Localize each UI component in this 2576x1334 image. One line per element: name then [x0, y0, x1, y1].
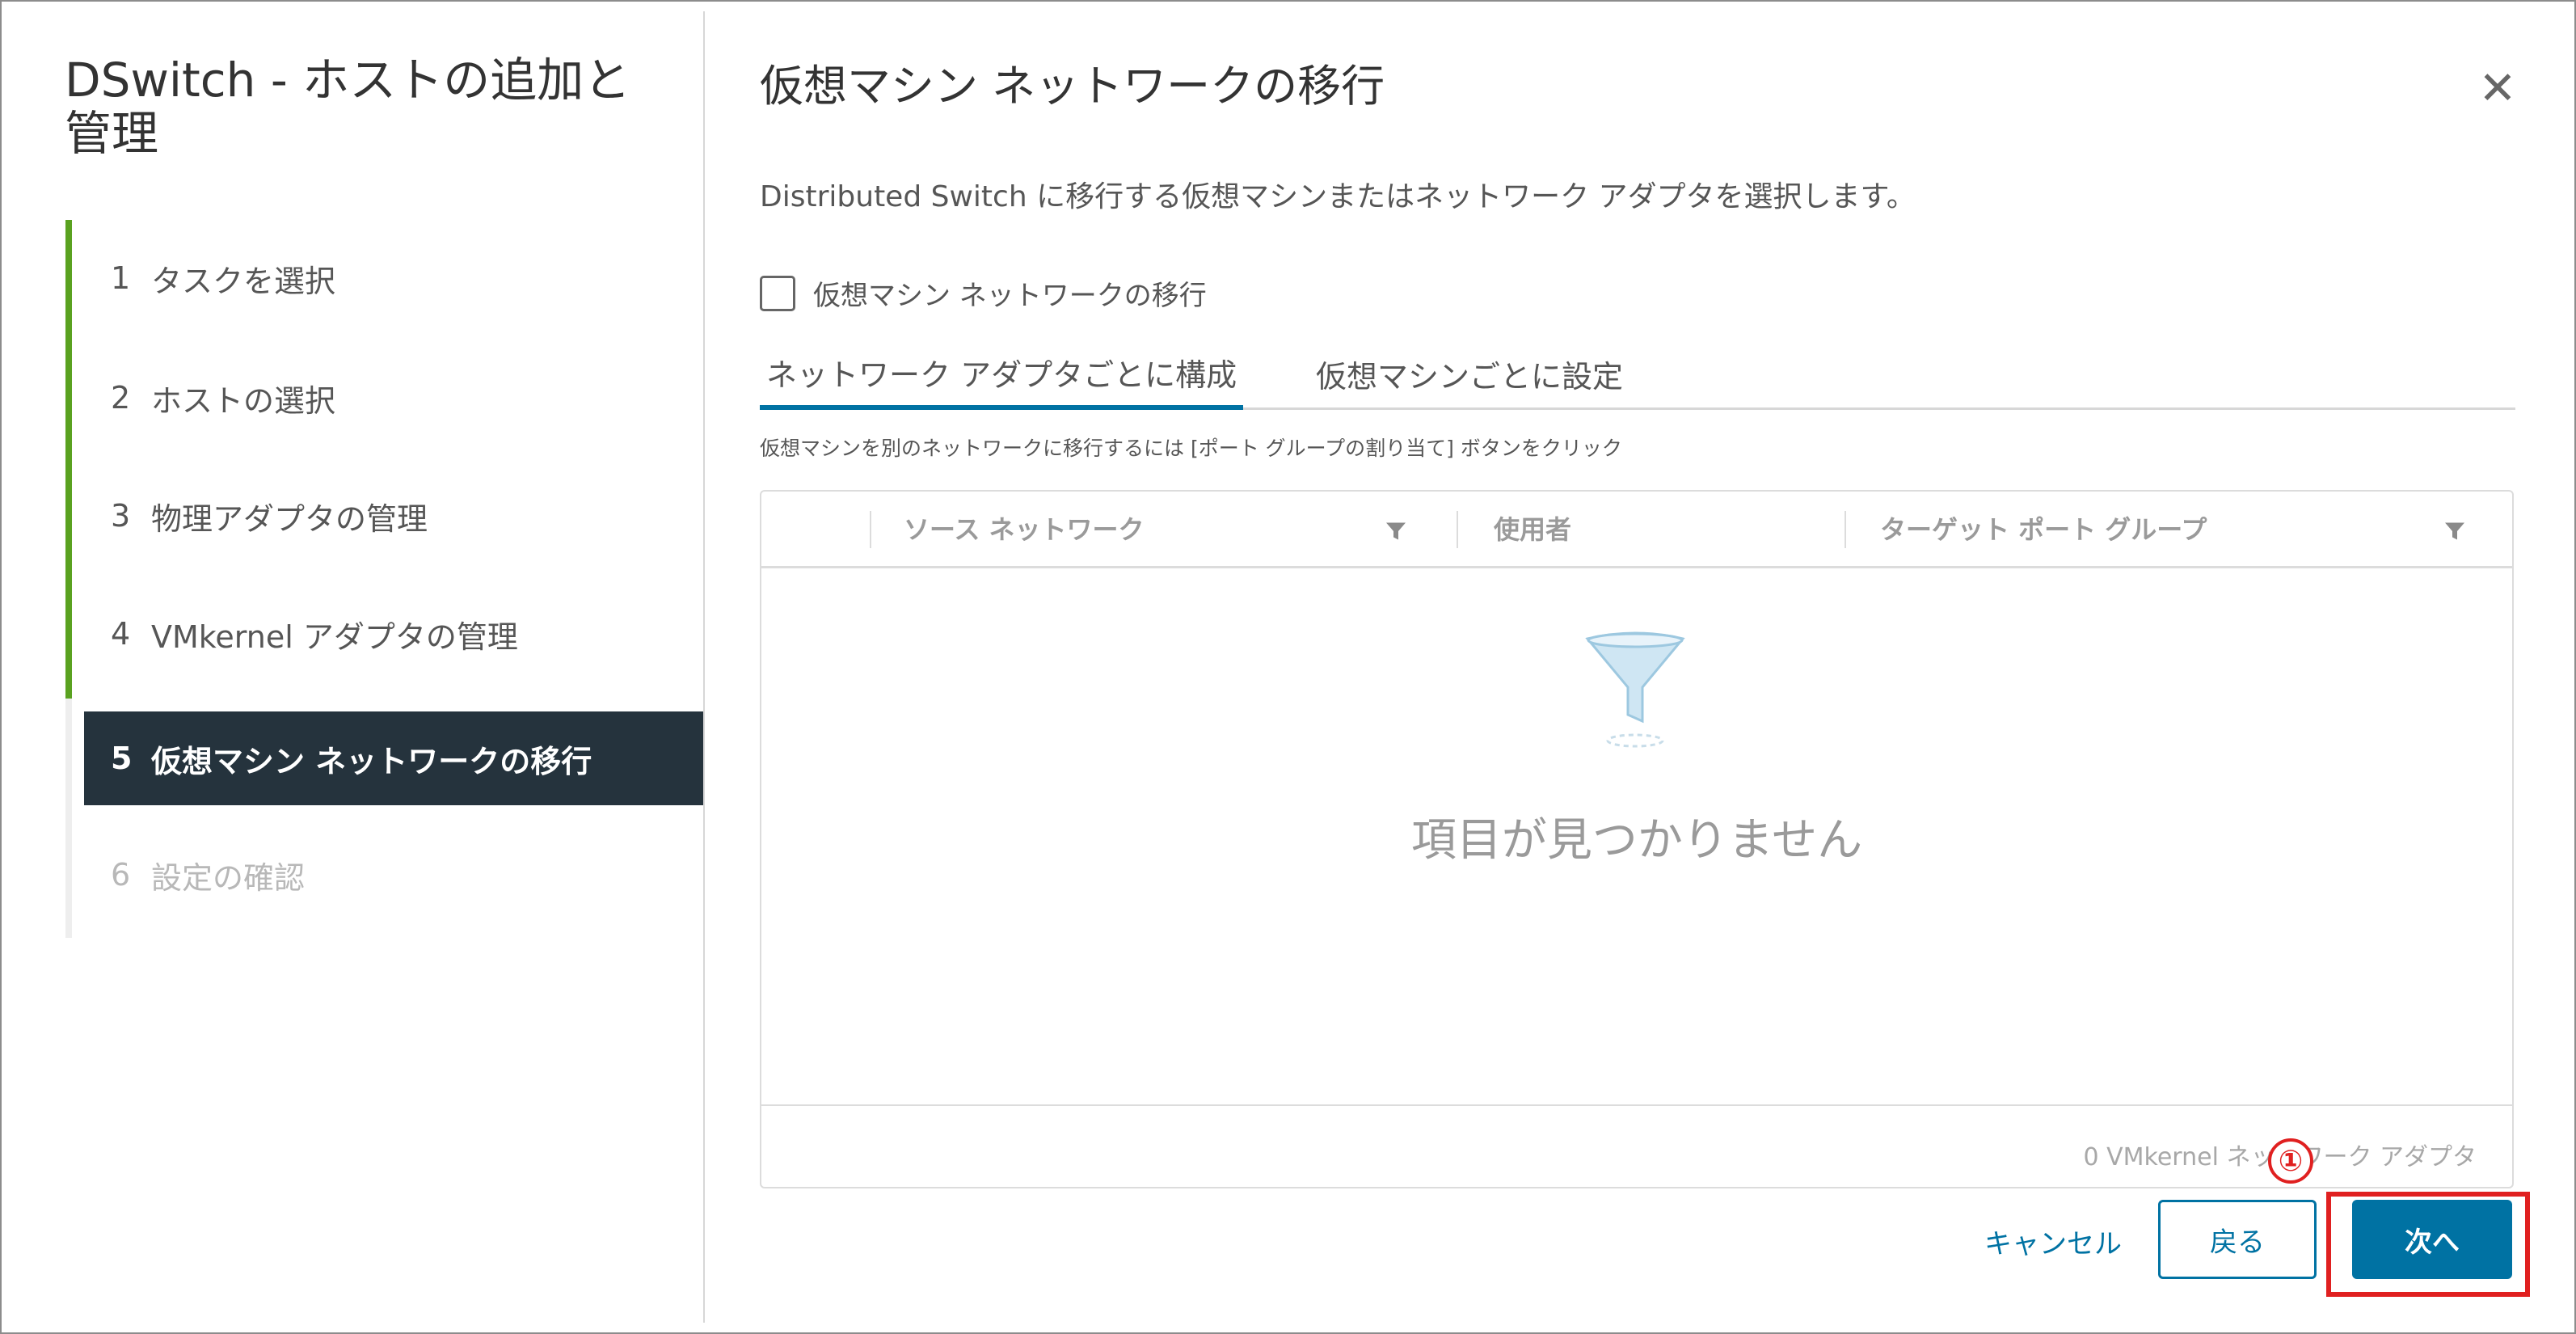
step-label: タスクを選択 — [151, 263, 336, 299]
back-button[interactable]: 戻る — [2158, 1200, 2317, 1279]
step-number: 1 — [111, 260, 131, 296]
adapter-grid: ソース ネットワーク 使用者 ターゲット ポート グループ 項目が見つかりません… — [760, 490, 2514, 1188]
wizard-step-4[interactable]: 4 VMkernel アダプタの管理 — [72, 587, 703, 681]
tab-per-vm[interactable]: 仮想マシンごとに設定 — [1316, 340, 1623, 407]
checkbox-label: 仮想マシン ネットワークの移行 — [813, 280, 1207, 312]
tab-label: 仮想マシンごとに設定 — [1316, 358, 1624, 395]
step-label: 仮想マシン ネットワークの移行 — [151, 743, 592, 779]
filter-icon[interactable] — [1384, 519, 1408, 543]
step-number: 2 — [111, 380, 131, 416]
migrate-vm-network-checkbox-row[interactable]: 仮想マシン ネットワークの移行 — [760, 273, 1207, 313]
page-title: 仮想マシン ネットワークの移行 — [760, 61, 1385, 112]
step-label: VMkernel アダプタの管理 — [151, 618, 518, 655]
page-description: Distributed Switch に移行する仮想マシンまたはネットワーク ア… — [760, 180, 1916, 213]
empty-filter-icon — [1585, 631, 1685, 748]
step-label: 設定の確認 — [151, 859, 306, 896]
column-header-source-network[interactable]: ソース ネットワーク — [904, 509, 1145, 547]
step-number: 5 — [111, 741, 133, 776]
tab-bar: ネットワーク アダプタごとに構成 仮想マシンごとに設定 — [760, 340, 2515, 410]
wizard-step-6: 6 設定の確認 — [72, 828, 703, 922]
hint-text: 仮想マシンを別のネットワークに移行するには [ポート グループの割り当て] ボタ… — [760, 437, 1622, 460]
wizard-step-5-active[interactable]: 5 仮想マシン ネットワークの移行 — [84, 711, 703, 805]
grid-footer: 0 VMkernel ネットワーク アダプタ — [761, 1104, 2512, 1187]
migrate-vm-network-checkbox[interactable] — [760, 275, 795, 311]
wizard-step-3[interactable]: 3 物理アダプタの管理 — [72, 469, 703, 563]
wizard-step-1[interactable]: 1 タスクを選択 — [72, 231, 703, 325]
column-separator — [1457, 511, 1458, 548]
cancel-button[interactable]: キャンセル — [1940, 1205, 2166, 1277]
step-number: 3 — [111, 498, 131, 534]
step-label: ホストの選択 — [151, 382, 336, 419]
step-label: 物理アダプタの管理 — [151, 500, 428, 537]
tab-per-adapter[interactable]: ネットワーク アダプタごとに構成 — [760, 340, 1244, 410]
empty-state-text: 項目が見つかりません — [1410, 814, 1863, 867]
sidebar-divider — [703, 11, 705, 1323]
column-separator — [870, 511, 871, 548]
wizard-step-2[interactable]: 2 ホストの選択 — [72, 351, 703, 445]
wizard-title: DSwitch - ホストの追加と管理 — [65, 53, 631, 161]
column-header-target-port-group[interactable]: ターゲット ポート グループ — [1880, 509, 2207, 547]
highlight-box — [2326, 1192, 2530, 1297]
column-header-used-by[interactable]: 使用者 — [1494, 509, 1571, 547]
progress-completed — [65, 220, 72, 699]
close-icon[interactable]: ✕ — [2473, 65, 2522, 113]
step-number: 6 — [111, 857, 131, 893]
callout-marker: ① — [2268, 1138, 2313, 1184]
step-number: 4 — [111, 616, 131, 652]
filter-icon[interactable] — [2443, 519, 2467, 543]
tab-label: ネットワーク アダプタごとに構成 — [766, 357, 1237, 393]
column-separator — [1845, 511, 1846, 548]
grid-header: ソース ネットワーク 使用者 ターゲット ポート グループ — [761, 492, 2512, 568]
